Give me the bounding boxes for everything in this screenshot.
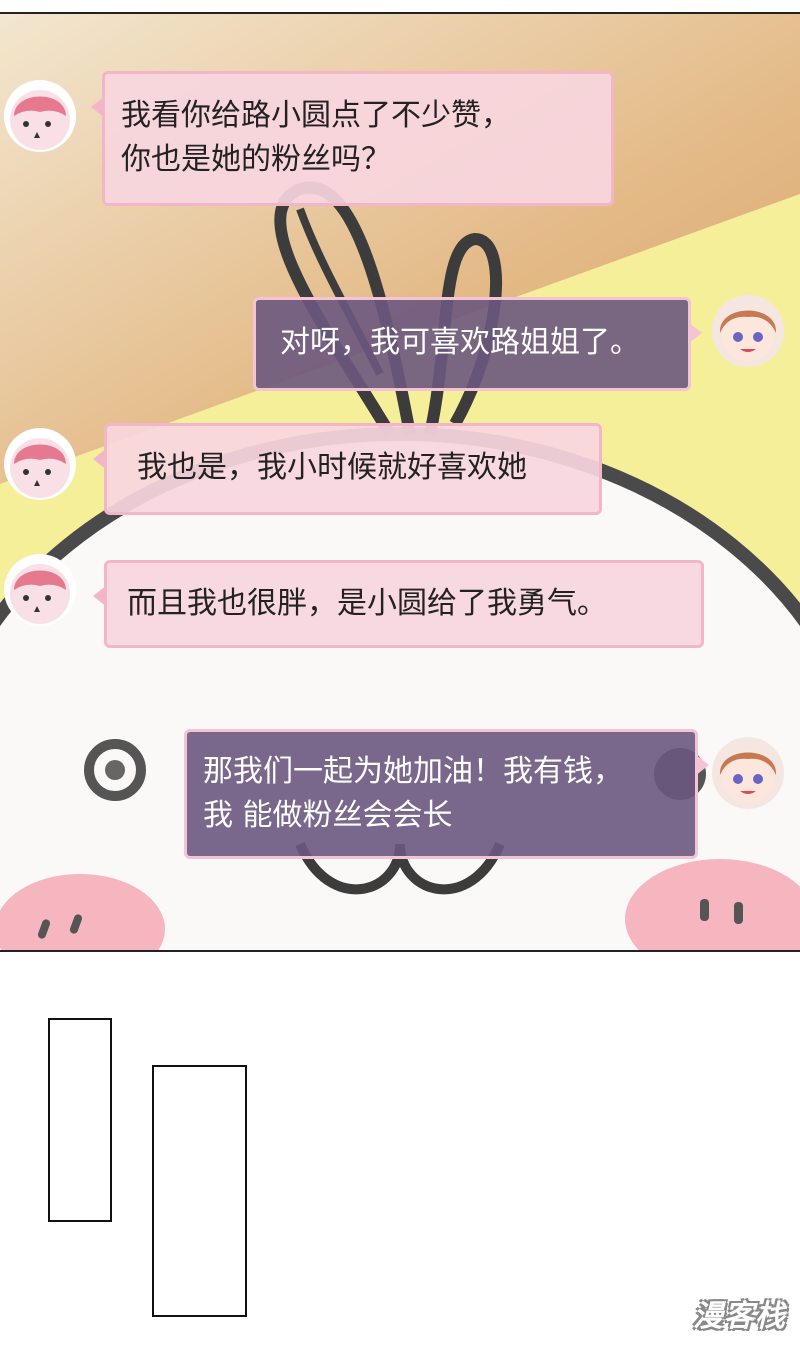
message-text: 我 能做粉丝会会长 <box>203 798 453 833</box>
empty-speech-box-1 <box>48 1018 112 1222</box>
chat-panel: 我看你给路小圆点了不少赞， 你也是她的粉丝吗？ 对呀，我可喜欢路姐姐了。 我也是… <box>0 12 800 952</box>
brown-hair-girl-avatar[interactable] <box>712 295 784 367</box>
brown-hair-girl-avatar[interactable] <box>712 737 784 809</box>
message-bubble-4[interactable]: 而且我也很胖，是小圆给了我勇气。 <box>93 560 704 648</box>
message-text: 那我们一起为她加油！我有钱， <box>203 754 623 789</box>
message-bubble-3[interactable]: 我也是，我小时候就好喜欢她 <box>93 423 602 515</box>
message-text: 我也是，我小时候就好喜欢她 <box>137 450 527 485</box>
message-bubble-1[interactable]: 我看你给路小圆点了不少赞， 你也是她的粉丝吗？ <box>91 71 614 206</box>
message-text: 我看你给路小圆点了不少赞， <box>121 98 511 133</box>
watermark-logo: 漫客栈 <box>693 1299 786 1334</box>
empty-speech-box-2 <box>152 1065 247 1317</box>
pink-hair-avatar[interactable] <box>4 428 76 500</box>
message-text: 对呀，我可喜欢路姐姐了。 <box>280 325 640 360</box>
pink-hair-avatar[interactable] <box>4 80 76 152</box>
message-bubble-2[interactable]: 对呀，我可喜欢路姐姐了。 <box>253 297 702 391</box>
message-bubble-5[interactable]: 那我们一起为她加油！我有钱， 我 能做粉丝会会长 <box>184 729 709 859</box>
message-text: 而且我也很胖，是小圆给了我勇气。 <box>127 586 607 621</box>
message-text: 你也是她的粉丝吗？ <box>121 142 391 177</box>
pink-hair-avatar[interactable] <box>4 554 76 626</box>
